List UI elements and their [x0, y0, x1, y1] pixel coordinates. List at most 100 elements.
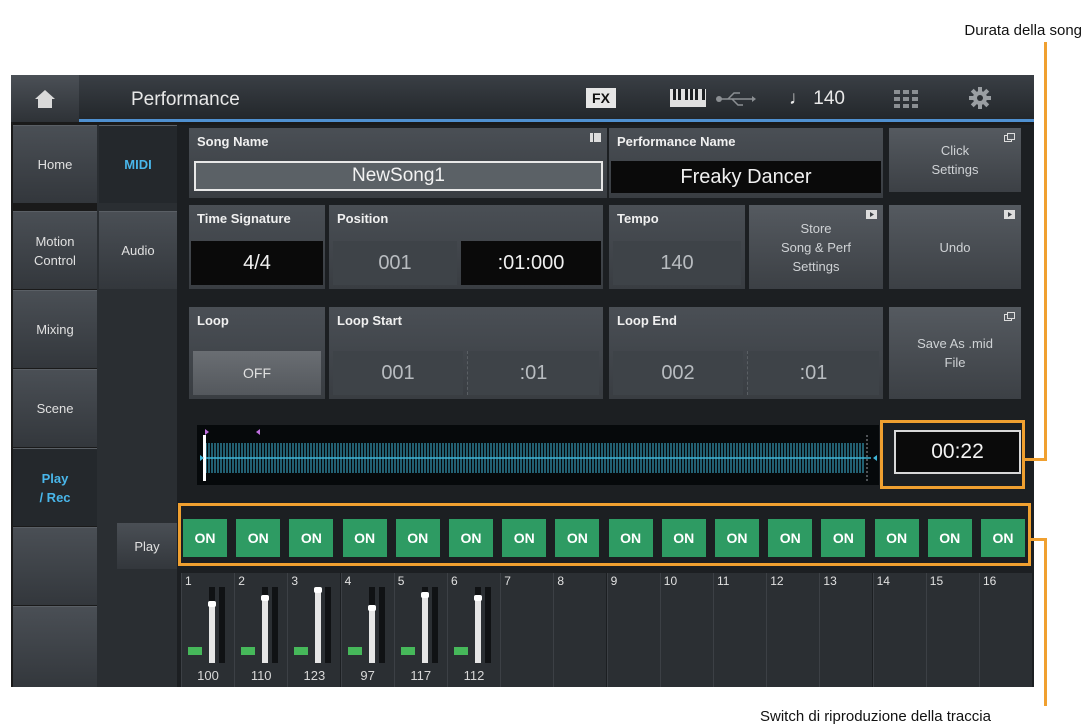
- fader-knob[interactable]: [261, 595, 270, 602]
- volume-fader[interactable]: [367, 587, 376, 663]
- track-column-10[interactable]: 10: [659, 573, 713, 687]
- track-column-7[interactable]: 7: [500, 573, 554, 687]
- track-column-6[interactable]: 6 112: [447, 573, 500, 687]
- fx-button[interactable]: FX: [586, 88, 616, 108]
- track-column-16[interactable]: 16: [979, 573, 1032, 687]
- sidebar-item-scene[interactable]: Scene: [13, 369, 97, 447]
- track-column-11[interactable]: 11: [713, 573, 766, 687]
- click-settings-button[interactable]: Click Settings: [889, 128, 1021, 192]
- fader-knob[interactable]: [367, 605, 376, 612]
- undo-button[interactable]: Undo: [889, 205, 1021, 289]
- play-switch-track-12[interactable]: ON: [768, 519, 813, 557]
- track-column-2[interactable]: 2 110: [234, 573, 288, 687]
- sidebar-item-empty-2: [13, 606, 97, 687]
- play-switch-track-7[interactable]: ON: [502, 519, 547, 557]
- tempo-display[interactable]: ♩ 140: [789, 88, 845, 110]
- loop-start-beat[interactable]: :01: [467, 351, 599, 395]
- loop-toggle[interactable]: OFF: [193, 351, 321, 395]
- tempo-label: Tempo: [617, 211, 659, 226]
- play-switch-track-10[interactable]: ON: [661, 519, 706, 557]
- volume-fader[interactable]: [314, 587, 323, 663]
- track-number: 5: [397, 574, 405, 588]
- tab-audio[interactable]: Audio: [99, 211, 177, 289]
- fader-knob[interactable]: [420, 591, 429, 598]
- track-column-3[interactable]: 3 123: [287, 573, 341, 687]
- part-keyboard-icon: [347, 647, 362, 655]
- store-settings-button[interactable]: Store Song & Perf Settings: [749, 205, 883, 289]
- track-column-4[interactable]: 4 97: [340, 573, 394, 687]
- volume-fader[interactable]: [420, 587, 429, 663]
- home-button[interactable]: [11, 75, 79, 122]
- track-number: 7: [504, 574, 511, 588]
- play-switch-track-1[interactable]: ON: [183, 519, 227, 557]
- track-column-1[interactable]: 1 100: [181, 573, 234, 687]
- part-keyboard-icon: [188, 647, 202, 655]
- save-as-mid-button[interactable]: Save As .mid File: [889, 307, 1021, 399]
- play-switch-track-13[interactable]: ON: [821, 519, 866, 557]
- fader-knob[interactable]: [208, 600, 216, 607]
- fader-knob[interactable]: [474, 594, 482, 601]
- tab-midi[interactable]: MIDI: [99, 125, 177, 203]
- sidebar-item-play-rec[interactable]: Play / Rec: [13, 448, 97, 526]
- gear-icon[interactable]: [969, 87, 991, 109]
- play-row-label: Play: [117, 523, 177, 569]
- play-switch-track-15[interactable]: ON: [927, 519, 972, 557]
- loop-start-marker[interactable]: [205, 429, 209, 435]
- track-volume: 123: [303, 668, 326, 683]
- loop-end-beat[interactable]: :01: [747, 351, 879, 395]
- play-switch-track-9[interactable]: ON: [608, 519, 653, 557]
- song-timeline[interactable]: [197, 425, 879, 485]
- highlight-song-length-right: [1022, 420, 1025, 489]
- sidebar-item-motion-control[interactable]: Motion Control: [13, 211, 97, 289]
- track-column-8[interactable]: 8: [553, 573, 607, 687]
- track-column-12[interactable]: 12: [766, 573, 820, 687]
- volume-fader[interactable]: [474, 587, 482, 663]
- song-name-field[interactable]: NewSong1: [194, 161, 603, 191]
- play-switch-track-2[interactable]: ON: [236, 519, 281, 557]
- callout-track-play-switch: Switch di riproduzione della traccia: [760, 708, 991, 725]
- play-switch-track-4[interactable]: ON: [342, 519, 387, 557]
- track-column-5[interactable]: 5 117: [393, 573, 447, 687]
- play-switch-track-3[interactable]: ON: [289, 519, 334, 557]
- track-column-15[interactable]: 15: [925, 573, 979, 687]
- track-number: 2: [238, 574, 245, 588]
- position-beat[interactable]: :01:000: [461, 241, 601, 285]
- fader-knob[interactable]: [314, 587, 323, 594]
- track-number: 13: [823, 574, 837, 588]
- grid-icon[interactable]: [894, 90, 918, 108]
- arrow-right-icon: [866, 210, 877, 219]
- position-measure[interactable]: 001: [333, 241, 457, 285]
- sidebar-item-mixing[interactable]: Mixing: [13, 290, 97, 368]
- play-switch-track-14[interactable]: ON: [874, 519, 919, 557]
- play-switch-track-8[interactable]: ON: [555, 519, 600, 557]
- track-number: 3: [291, 574, 299, 588]
- sidebar-item-home[interactable]: Home: [13, 125, 97, 203]
- rename-icon: [590, 133, 601, 142]
- loop-end-marker[interactable]: [256, 429, 260, 435]
- level-meter: [485, 587, 491, 663]
- volume-fader[interactable]: [261, 587, 270, 663]
- part-keyboard-icon: [400, 647, 415, 655]
- highlight-switches-left: [178, 503, 181, 566]
- loop-label: Loop: [197, 313, 229, 328]
- play-switch-track-16[interactable]: ON: [981, 519, 1025, 557]
- play-switch-track-5[interactable]: ON: [395, 519, 440, 557]
- track-column-13[interactable]: 13: [819, 573, 873, 687]
- loop-end-measure[interactable]: 002: [613, 351, 743, 395]
- part-keyboard-icon: [294, 647, 309, 655]
- track-number: 10: [663, 574, 678, 588]
- sidebar-item-empty-1: [13, 527, 97, 605]
- highlight-switches-top: [178, 503, 1031, 506]
- performance-name-value[interactable]: Freaky Dancer: [611, 161, 881, 193]
- track-column-9[interactable]: 9: [606, 573, 660, 687]
- track-column-14[interactable]: 14: [872, 573, 926, 687]
- play-switch-track-6[interactable]: ON: [449, 519, 493, 557]
- play-switch-track-11[interactable]: ON: [715, 519, 759, 557]
- highlight-switches-right: [1028, 503, 1031, 566]
- time-signature-value[interactable]: 4/4: [191, 241, 323, 285]
- part-keyboard-icon: [454, 647, 468, 655]
- volume-fader[interactable]: [208, 587, 216, 663]
- highlight-switches-bottom: [178, 563, 1031, 566]
- loop-start-measure[interactable]: 001: [333, 351, 463, 395]
- tempo-value[interactable]: 140: [613, 241, 741, 285]
